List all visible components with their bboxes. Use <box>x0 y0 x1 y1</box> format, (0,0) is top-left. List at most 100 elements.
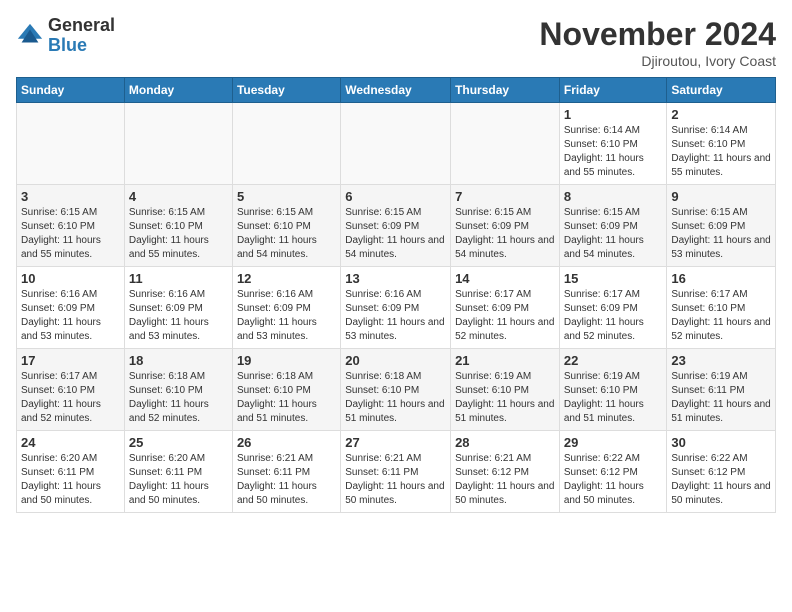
calendar-cell: 28 Sunrise: 6:21 AM Sunset: 6:12 PM Dayli… <box>451 431 560 513</box>
day-info: Sunrise: 6:17 AM Sunset: 6:10 PM Dayligh… <box>671 288 771 344</box>
calendar-cell <box>124 103 232 185</box>
day-info: Sunrise: 6:16 AM Sunset: 6:09 PM Dayligh… <box>345 288 446 344</box>
calendar-cell: 30Sunrise: 6:22 AM Sunset: 6:12 PM Dayli… <box>667 431 776 513</box>
day-info: Sunrise: 6:22 AM Sunset: 6:12 PM Dayligh… <box>564 452 663 508</box>
day-info: Sunrise: 6:17 AM Sunset: 6:09 PM Dayligh… <box>564 288 663 344</box>
title-section: November 2024 Djiroutou, Ivory Coast <box>539 16 776 69</box>
day-info: Sunrise: 6:20 AM Sunset: 6:11 PM Dayligh… <box>21 452 120 508</box>
calendar-cell: 26 Sunrise: 6:21 AM Sunset: 6:11 PM Dayli… <box>232 431 340 513</box>
calendar-cell: 18 Sunrise: 6:18 AM Sunset: 6:10 PM Dayli… <box>124 349 232 431</box>
day-info: Sunrise: 6:21 AM Sunset: 6:11 PM Dayligh… <box>345 452 446 508</box>
week-row-3: 17Sunrise: 6:17 AM Sunset: 6:10 PM Dayli… <box>17 349 776 431</box>
day-info: Sunrise: 6:16 AM Sunset: 6:09 PM Dayligh… <box>237 288 336 344</box>
day-number: 15 <box>564 271 663 286</box>
calendar-cell <box>232 103 340 185</box>
week-row-0: 1Sunrise: 6:14 AM Sunset: 6:10 PM Daylig… <box>17 103 776 185</box>
day-number: 30 <box>671 435 771 450</box>
day-info: Sunrise: 6:18 AM Sunset: 6:10 PM Dayligh… <box>345 370 446 426</box>
day-number: 11 <box>129 271 228 286</box>
day-info: Sunrise: 6:15 AM Sunset: 6:10 PM Dayligh… <box>129 206 228 262</box>
day-info: Sunrise: 6:16 AM Sunset: 6:09 PM Dayligh… <box>21 288 120 344</box>
calendar-cell: 29 Sunrise: 6:22 AM Sunset: 6:12 PM Dayli… <box>559 431 667 513</box>
day-number: 22 <box>564 353 663 368</box>
page-header: General Blue November 2024 Djiroutou, Iv… <box>16 16 776 69</box>
calendar-cell: 23Sunrise: 6:19 AM Sunset: 6:11 PM Dayli… <box>667 349 776 431</box>
month-title: November 2024 <box>539 16 776 53</box>
day-info: Sunrise: 6:19 AM Sunset: 6:10 PM Dayligh… <box>564 370 663 426</box>
day-info: Sunrise: 6:18 AM Sunset: 6:10 PM Dayligh… <box>129 370 228 426</box>
header-tuesday: Tuesday <box>232 78 340 103</box>
calendar-cell: 8 Sunrise: 6:15 AM Sunset: 6:09 PM Daylig… <box>559 185 667 267</box>
header-wednesday: Wednesday <box>341 78 451 103</box>
header-friday: Friday <box>559 78 667 103</box>
day-number: 12 <box>237 271 336 286</box>
day-number: 18 <box>129 353 228 368</box>
calendar-cell <box>341 103 451 185</box>
day-info: Sunrise: 6:19 AM Sunset: 6:10 PM Dayligh… <box>455 370 555 426</box>
day-number: 16 <box>671 271 771 286</box>
day-number: 25 <box>129 435 228 450</box>
day-number: 20 <box>345 353 446 368</box>
day-number: 29 <box>564 435 663 450</box>
day-number: 19 <box>237 353 336 368</box>
calendar-cell: 14Sunrise: 6:17 AM Sunset: 6:09 PM Dayli… <box>451 267 560 349</box>
week-row-4: 24 Sunrise: 6:20 AM Sunset: 6:11 PM Dayli… <box>17 431 776 513</box>
calendar-cell: 17Sunrise: 6:17 AM Sunset: 6:10 PM Dayli… <box>17 349 125 431</box>
day-number: 24 <box>21 435 120 450</box>
calendar-cell: 19Sunrise: 6:18 AM Sunset: 6:10 PM Dayli… <box>232 349 340 431</box>
logo-icon <box>16 22 44 50</box>
header-saturday: Saturday <box>667 78 776 103</box>
day-number: 26 <box>237 435 336 450</box>
day-number: 27 <box>345 435 446 450</box>
day-info: Sunrise: 6:15 AM Sunset: 6:10 PM Dayligh… <box>237 206 336 262</box>
day-number: 3 <box>21 189 120 204</box>
day-number: 21 <box>455 353 555 368</box>
calendar-cell: 11Sunrise: 6:16 AM Sunset: 6:09 PM Dayli… <box>124 267 232 349</box>
calendar-cell: 12 Sunrise: 6:16 AM Sunset: 6:09 PM Dayli… <box>232 267 340 349</box>
day-number: 10 <box>21 271 120 286</box>
day-number: 8 <box>564 189 663 204</box>
calendar-header: Sunday Monday Tuesday Wednesday Thursday… <box>17 78 776 103</box>
day-info: Sunrise: 6:15 AM Sunset: 6:09 PM Dayligh… <box>671 206 771 262</box>
location-title: Djiroutou, Ivory Coast <box>539 53 776 69</box>
day-number: 28 <box>455 435 555 450</box>
day-info: Sunrise: 6:21 AM Sunset: 6:12 PM Dayligh… <box>455 452 555 508</box>
calendar-cell: 16 Sunrise: 6:17 AM Sunset: 6:10 PM Dayli… <box>667 267 776 349</box>
week-row-1: 3 Sunrise: 6:15 AM Sunset: 6:10 PM Daylig… <box>17 185 776 267</box>
calendar-cell: 22 Sunrise: 6:19 AM Sunset: 6:10 PM Dayli… <box>559 349 667 431</box>
day-info: Sunrise: 6:14 AM Sunset: 6:10 PM Dayligh… <box>671 124 771 180</box>
calendar-cell: 4Sunrise: 6:15 AM Sunset: 6:10 PM Daylig… <box>124 185 232 267</box>
calendar-cell: 27 Sunrise: 6:21 AM Sunset: 6:11 PM Dayli… <box>341 431 451 513</box>
header-thursday: Thursday <box>451 78 560 103</box>
calendar-cell: 5 Sunrise: 6:15 AM Sunset: 6:10 PM Daylig… <box>232 185 340 267</box>
day-number: 2 <box>671 107 771 122</box>
calendar-cell: 1Sunrise: 6:14 AM Sunset: 6:10 PM Daylig… <box>559 103 667 185</box>
calendar-body: 1Sunrise: 6:14 AM Sunset: 6:10 PM Daylig… <box>17 103 776 513</box>
day-info: Sunrise: 6:17 AM Sunset: 6:10 PM Dayligh… <box>21 370 120 426</box>
day-number: 6 <box>345 189 446 204</box>
calendar-cell: 2 Sunrise: 6:14 AM Sunset: 6:10 PM Daylig… <box>667 103 776 185</box>
calendar-cell: 10 Sunrise: 6:16 AM Sunset: 6:09 PM Dayli… <box>17 267 125 349</box>
calendar-cell: 13 Sunrise: 6:16 AM Sunset: 6:09 PM Dayli… <box>341 267 451 349</box>
day-info: Sunrise: 6:14 AM Sunset: 6:10 PM Dayligh… <box>564 124 663 180</box>
calendar-cell: 25 Sunrise: 6:20 AM Sunset: 6:11 PM Dayli… <box>124 431 232 513</box>
day-info: Sunrise: 6:15 AM Sunset: 6:09 PM Dayligh… <box>455 206 555 262</box>
day-info: Sunrise: 6:15 AM Sunset: 6:09 PM Dayligh… <box>564 206 663 262</box>
calendar-cell: 9Sunrise: 6:15 AM Sunset: 6:09 PM Daylig… <box>667 185 776 267</box>
header-sunday: Sunday <box>17 78 125 103</box>
logo-blue: Blue <box>48 35 87 55</box>
calendar-cell: 6Sunrise: 6:15 AM Sunset: 6:09 PM Daylig… <box>341 185 451 267</box>
header-monday: Monday <box>124 78 232 103</box>
day-info: Sunrise: 6:20 AM Sunset: 6:11 PM Dayligh… <box>129 452 228 508</box>
calendar-cell <box>451 103 560 185</box>
day-number: 14 <box>455 271 555 286</box>
calendar-cell: 7Sunrise: 6:15 AM Sunset: 6:09 PM Daylig… <box>451 185 560 267</box>
calendar-table: Sunday Monday Tuesday Wednesday Thursday… <box>16 77 776 513</box>
calendar-cell: 3Sunrise: 6:15 AM Sunset: 6:10 PM Daylig… <box>17 185 125 267</box>
day-number: 13 <box>345 271 446 286</box>
day-info: Sunrise: 6:19 AM Sunset: 6:11 PM Dayligh… <box>671 370 771 426</box>
day-info: Sunrise: 6:21 AM Sunset: 6:11 PM Dayligh… <box>237 452 336 508</box>
calendar-cell: 24 Sunrise: 6:20 AM Sunset: 6:11 PM Dayli… <box>17 431 125 513</box>
day-number: 5 <box>237 189 336 204</box>
week-row-2: 10 Sunrise: 6:16 AM Sunset: 6:09 PM Dayli… <box>17 267 776 349</box>
